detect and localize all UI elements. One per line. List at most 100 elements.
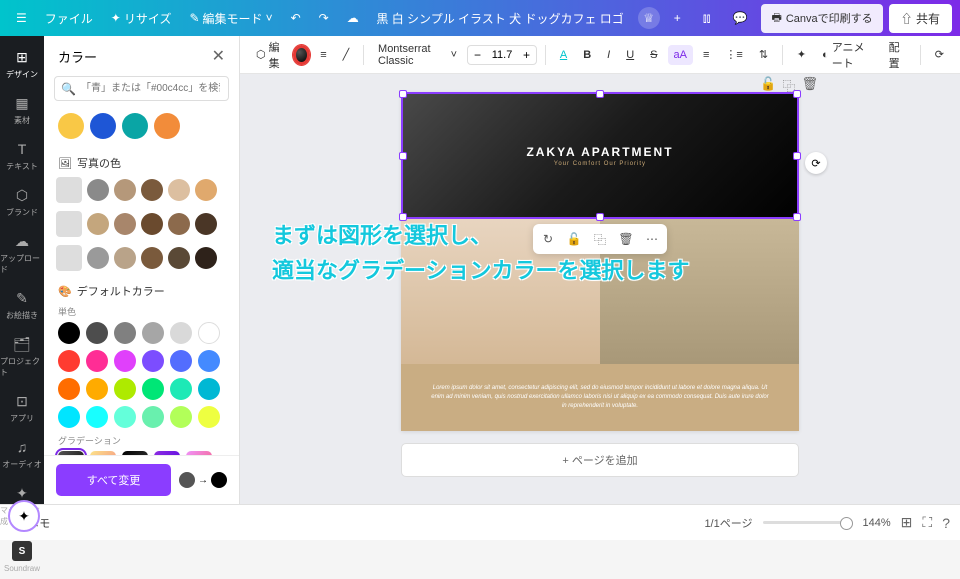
position-button[interactable]: 配置 xyxy=(883,35,912,75)
rail-アップロード[interactable]: ☁アップロード xyxy=(0,226,44,281)
trash-icon[interactable]: 🗑 xyxy=(801,76,818,95)
color-swatch[interactable] xyxy=(142,350,164,372)
italic-button[interactable]: I xyxy=(601,45,616,65)
color-swatch[interactable] xyxy=(87,179,109,201)
color-search-input[interactable] xyxy=(54,76,229,101)
photo-thumb[interactable] xyxy=(56,177,82,203)
plus-button[interactable]: + xyxy=(666,6,689,30)
color-swatch[interactable] xyxy=(198,350,220,372)
duplicate-element-icon[interactable]: ⿻ xyxy=(589,228,611,250)
fill-color-chip[interactable] xyxy=(293,45,310,65)
color-swatch[interactable] xyxy=(170,350,192,372)
color-swatch[interactable] xyxy=(154,113,180,139)
photo-thumb[interactable] xyxy=(56,211,82,237)
color-swatch[interactable] xyxy=(141,213,163,235)
canvas-viewport[interactable]: 🔓 ⿻ 🗑 ZAKY xyxy=(240,74,960,504)
color-swatch[interactable] xyxy=(141,179,163,201)
color-swatch[interactable] xyxy=(195,213,217,235)
rail-ブランド[interactable]: ⬡ブランド xyxy=(0,180,44,224)
color-swatch[interactable] xyxy=(141,247,163,269)
color-swatch[interactable] xyxy=(58,322,80,344)
list-button[interactable]: ⋮≡ xyxy=(719,44,748,65)
chart-icon[interactable]: ⫾⫾ xyxy=(695,6,719,31)
transparency-button[interactable]: ⟳ xyxy=(929,44,950,65)
color-swatch[interactable] xyxy=(58,113,84,139)
color-swatch[interactable] xyxy=(114,378,136,400)
lorem-text[interactable]: Lorem ipsum dolor sit amet, consectetur … xyxy=(401,364,799,431)
font-select[interactable]: Montserrat Classic ˅ xyxy=(372,40,463,70)
align-button[interactable]: ≡ xyxy=(697,45,715,65)
effects-button[interactable]: ✦ xyxy=(791,44,812,65)
cloud-sync-icon[interactable]: ☁ xyxy=(339,6,367,30)
spacing-button[interactable]: ⇅ xyxy=(753,44,774,65)
rail-素材[interactable]: ▦素材 xyxy=(0,88,44,132)
magic-fab[interactable]: ✦ xyxy=(8,500,40,532)
color-swatch[interactable] xyxy=(142,378,164,400)
color-swatch[interactable] xyxy=(114,247,136,269)
rail-アプリ[interactable]: ⊡アプリ xyxy=(0,386,44,430)
undo-button[interactable]: ↶ xyxy=(283,6,309,30)
color-swatch[interactable] xyxy=(87,247,109,269)
color-swatch[interactable] xyxy=(168,179,190,201)
photo-thumb[interactable] xyxy=(56,245,82,271)
color-swatch[interactable] xyxy=(86,350,108,372)
color-swatch[interactable] xyxy=(168,213,190,235)
rail-お絵描き[interactable]: ✎お絵描き xyxy=(0,283,44,327)
color-swatch[interactable] xyxy=(114,406,136,428)
color-swatch[interactable] xyxy=(142,406,164,428)
color-swatch[interactable] xyxy=(170,378,192,400)
bold-button[interactable]: B xyxy=(577,45,597,65)
sync-icon[interactable]: ↻ xyxy=(537,228,559,250)
color-swatch[interactable] xyxy=(58,378,80,400)
color-swatch[interactable] xyxy=(142,322,164,344)
zoom-slider[interactable] xyxy=(763,521,853,524)
doc-name[interactable]: 黒 白 シンプル イラスト 犬 ドッグカフェ ロゴ xyxy=(376,10,623,27)
delete-element-icon[interactable]: 🗑 xyxy=(615,228,637,250)
color-swatch[interactable] xyxy=(195,179,217,201)
edit-shape-button[interactable]: ⬡ 編集 xyxy=(250,35,289,75)
rail-デザイン[interactable]: ⊞デザイン xyxy=(0,42,44,86)
zoom-level[interactable]: 144% xyxy=(863,517,891,529)
color-swatch[interactable] xyxy=(90,113,116,139)
color-swatch[interactable] xyxy=(86,406,108,428)
color-swatch[interactable] xyxy=(114,213,136,235)
animate-button[interactable]: ◐ アニメート xyxy=(816,35,879,75)
rail-テキスト[interactable]: Tテキスト xyxy=(0,134,44,178)
size-input[interactable] xyxy=(487,49,517,61)
file-menu[interactable]: ファイル xyxy=(37,5,101,32)
grid-view-icon[interactable]: ⊞ xyxy=(901,514,913,531)
border-style-button[interactable]: ≡ xyxy=(314,45,332,65)
size-minus[interactable]: − xyxy=(468,46,487,64)
color-swatch[interactable] xyxy=(198,406,220,428)
redo-button[interactable]: ↷ xyxy=(311,6,337,30)
color-swatch[interactable] xyxy=(114,179,136,201)
border-weight-button[interactable]: ╱ xyxy=(337,44,356,65)
case-button[interactable]: aA xyxy=(668,45,693,65)
color-swatch[interactable] xyxy=(114,350,136,372)
color-swatch[interactable] xyxy=(170,322,192,344)
text-color-button[interactable]: A xyxy=(554,45,573,65)
change-all-button[interactable]: すべて変更 xyxy=(56,464,171,496)
help-icon[interactable]: ? xyxy=(942,515,950,531)
close-panel-button[interactable]: ✕ xyxy=(212,46,225,66)
color-swatch[interactable] xyxy=(170,406,192,428)
underline-button[interactable]: U xyxy=(620,45,640,65)
color-swatch[interactable] xyxy=(86,378,108,400)
crown-icon[interactable]: ♕ xyxy=(638,7,660,29)
document-page[interactable]: ZAKYA APARTMENT Your Comfort Our Priorit… xyxy=(401,92,799,431)
rail-プロジェクト[interactable]: 🗂プロジェクト xyxy=(0,329,44,384)
share-button[interactable]: ⇧ 共有 xyxy=(889,4,952,33)
color-swatch[interactable] xyxy=(114,322,136,344)
color-swatch[interactable] xyxy=(195,247,217,269)
color-swatch[interactable] xyxy=(198,322,220,344)
comment-icon[interactable]: 💬 xyxy=(725,6,756,30)
edit-mode-menu[interactable]: ✎ 編集モード ˅ xyxy=(181,5,280,32)
resize-menu[interactable]: ✦ リサイズ xyxy=(103,5,180,32)
font-size-stepper[interactable]: − + xyxy=(467,45,537,65)
lock-element-icon[interactable]: 🔓 xyxy=(563,228,585,250)
rail-soundraw[interactable]: SSoundraw xyxy=(0,535,44,579)
print-canva-button[interactable]: 🖶 Canvaで印刷する xyxy=(761,4,882,33)
color-swatch[interactable] xyxy=(58,350,80,372)
add-page-button[interactable]: + ページを追加 xyxy=(401,443,799,477)
page-counter[interactable]: 1/1ページ xyxy=(704,515,752,531)
